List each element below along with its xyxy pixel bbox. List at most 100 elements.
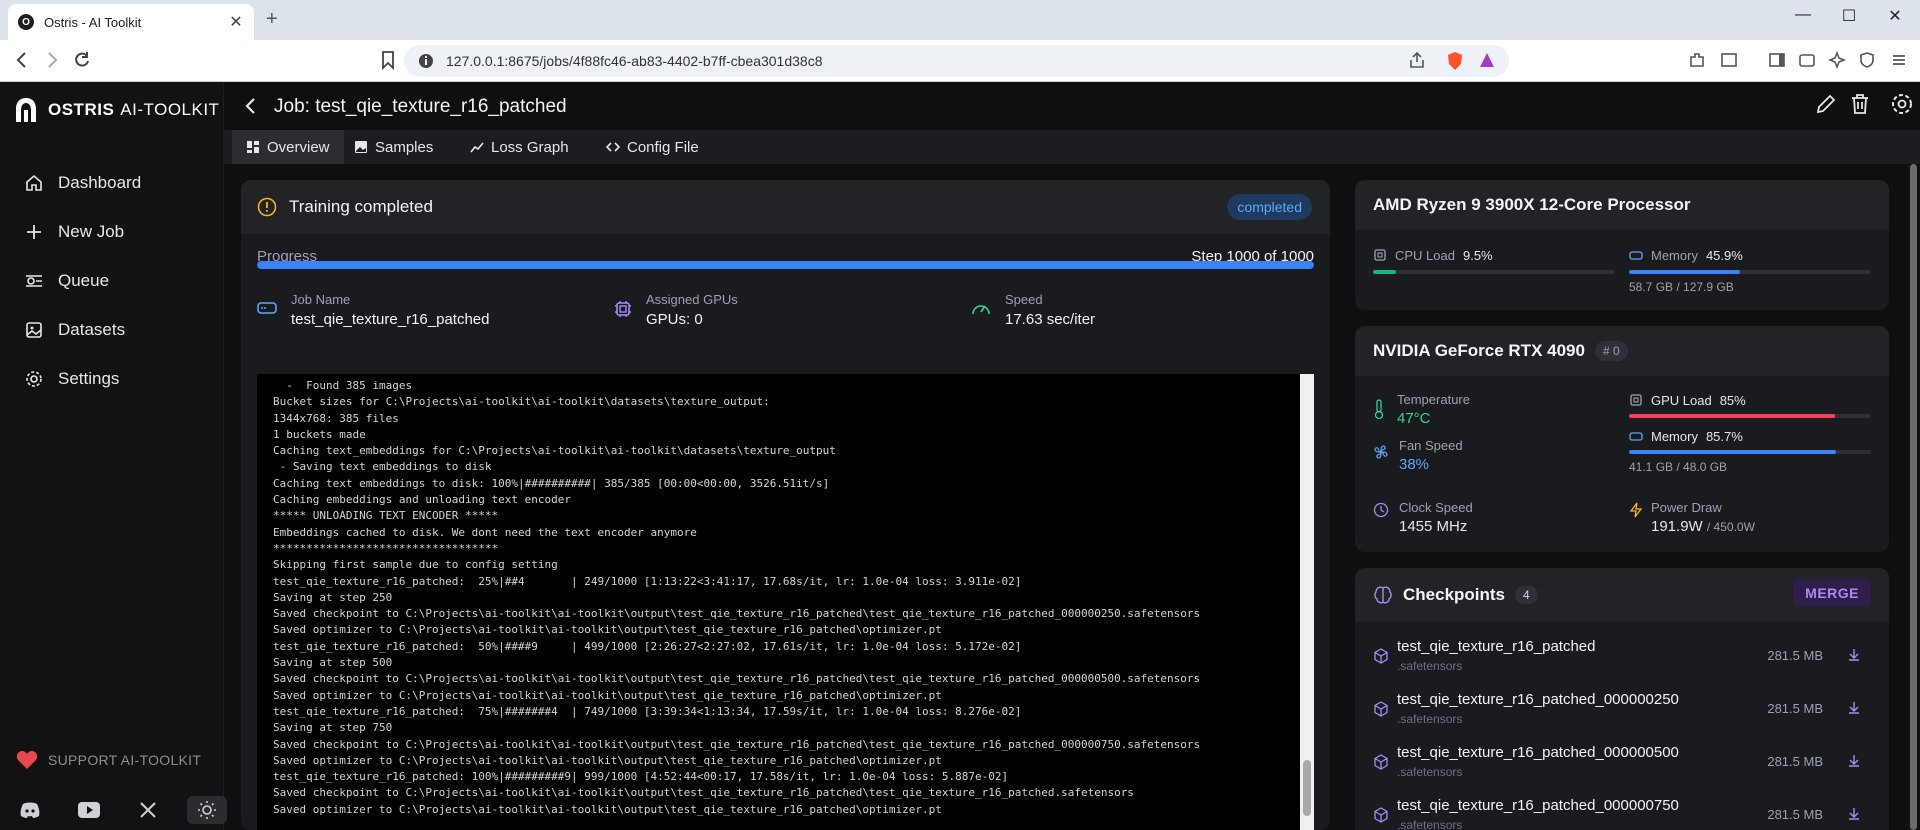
extensions-icon[interactable] <box>1688 51 1706 69</box>
download-icon[interactable] <box>1847 701 1861 715</box>
log-line: Saved checkpoint to C:\Projects\ai-toolk… <box>273 607 1201 621</box>
log-line: Caching text embeddings to disk: 100%|##… <box>273 476 830 490</box>
download-icon[interactable] <box>1847 648 1861 662</box>
metric-value: 47°C <box>1397 410 1431 427</box>
checkpoint-row[interactable]: test_qie_texture_r16_patched_000000500 .… <box>1373 740 1871 790</box>
maximize-window-icon[interactable]: ☐ <box>1826 6 1872 26</box>
minimize-window-icon[interactable]: — <box>1780 6 1826 24</box>
sidebar-item-label: New Job <box>58 221 125 241</box>
log-line: Saved checkpoint to C:\Projects\ai-toolk… <box>273 786 1134 800</box>
close-tab-icon[interactable]: ✕ <box>228 12 244 32</box>
log-scrollbar[interactable] <box>1300 374 1314 830</box>
log-line: Embeddings cached to disk. We dont need … <box>273 525 697 539</box>
browser-tab-title: Ostris - AI Toolkit <box>44 14 142 30</box>
training-log[interactable]: - Found 385 images Bucket sizes for C:\Pr… <box>257 374 1314 830</box>
ostris-logo-icon <box>16 98 36 122</box>
checkpoint-row[interactable]: test_qie_texture_r16_patched .safetensor… <box>1373 634 1871 684</box>
cpu-chip-icon <box>1374 249 1386 261</box>
job-tabs: Overview Samples Loss Graph Config File <box>224 130 1920 164</box>
gpu-memory-bar-fill <box>1629 450 1837 454</box>
x-twitter-icon[interactable] <box>128 796 168 824</box>
back-arrow-icon[interactable] <box>244 96 258 116</box>
checkpoints-card: Checkpoints 4 MERGE test_qie_texture_r16… <box>1355 568 1889 830</box>
cpu-memory-bar-fill <box>1629 270 1741 274</box>
site-info-icon[interactable] <box>418 53 434 69</box>
back-nav-icon[interactable] <box>12 50 32 70</box>
sidebar-item-label: Queue <box>58 270 110 290</box>
edit-pencil-icon[interactable] <box>1814 92 1838 116</box>
brave-shield-icon[interactable] <box>1446 51 1464 71</box>
tab-samples[interactable]: Samples <box>340 130 447 164</box>
tab-config-file[interactable]: Config File <box>592 130 713 164</box>
log-line: Saving at step 500 <box>273 656 393 670</box>
bookmark-icon[interactable] <box>380 50 396 70</box>
checkpoint-size: 281.5 MB <box>1767 648 1823 663</box>
log-scrollbar-thumb[interactable] <box>1303 760 1311 816</box>
page-scrollbar[interactable] <box>1907 164 1920 830</box>
sidebar-item-datasets[interactable]: Datasets <box>0 305 224 354</box>
checkpoint-name: test_qie_texture_r16_patched_000000500 <box>1397 744 1679 761</box>
sidebar-item-dashboard[interactable]: Dashboard <box>0 158 224 207</box>
browser-toolbar: 127.0.0.1:8675/jobs/4f88fc46-ab83-4402-b… <box>0 40 1920 82</box>
log-line: ***** UNLOADING TEXT ENCODER ***** <box>273 509 499 523</box>
log-line: Caching text_embeddings for C:\Projects\… <box>273 444 836 458</box>
merge-button[interactable]: MERGE <box>1793 579 1871 607</box>
speedometer-icon <box>972 305 990 315</box>
discord-icon[interactable] <box>10 796 50 824</box>
browser-tab[interactable]: O Ostris - AI Toolkit ✕ <box>8 4 254 40</box>
stat-label: Assigned GPUs <box>646 292 738 307</box>
gpu-load-bar-fill <box>1629 414 1835 418</box>
checkpoint-size: 281.5 MB <box>1767 701 1823 716</box>
sidebar-item-new-job[interactable]: New Job <box>0 207 224 256</box>
image-icon <box>355 141 367 153</box>
wallet-icon[interactable] <box>1798 51 1816 69</box>
new-tab-icon[interactable]: + <box>266 8 278 31</box>
log-line: Saving at step 750 <box>273 721 393 735</box>
gpu-name: NVIDIA GeForce RTX 4090 <box>1373 341 1585 360</box>
brave-rewards-icon[interactable] <box>1478 51 1496 69</box>
log-line: Skipping first sample due to config sett… <box>273 558 558 572</box>
reload-icon[interactable] <box>72 50 92 70</box>
tab-loss-graph[interactable]: Loss Graph <box>456 130 583 164</box>
theme-toggle-sun-icon[interactable] <box>187 796 227 824</box>
share-icon[interactable] <box>1408 51 1426 69</box>
gpu-memory-detail: 41.1 GB / 48.0 GB <box>1629 460 1728 474</box>
delete-trash-icon[interactable] <box>1848 92 1872 116</box>
address-bar[interactable]: 127.0.0.1:8675/jobs/4f88fc46-ab83-4402-b… <box>404 45 1509 77</box>
close-window-icon[interactable]: ✕ <box>1872 6 1918 26</box>
social-links <box>10 796 246 824</box>
checkpoint-size: 281.5 MB <box>1767 807 1823 822</box>
tab-overview[interactable]: Overview <box>232 130 344 164</box>
gpu-chip-icon <box>1630 394 1642 406</box>
log-line: 1 buckets made <box>273 427 366 441</box>
progress-bar-fill <box>257 261 1314 269</box>
download-icon[interactable] <box>1847 807 1861 821</box>
cube-icon <box>1374 648 1388 664</box>
leo-ai-icon[interactable] <box>1828 51 1846 69</box>
youtube-icon[interactable] <box>69 796 109 824</box>
home-icon <box>26 174 42 191</box>
metric-label: CPU Load <box>1395 248 1455 263</box>
gpu-card: NVIDIA GeForce RTX 4090 # 0 Temperature … <box>1355 326 1889 552</box>
forward-nav-icon[interactable] <box>42 50 62 70</box>
metric-label: GPU Load <box>1651 393 1712 408</box>
checkpoint-row[interactable]: test_qie_texture_r16_patched_000000250 .… <box>1373 687 1871 737</box>
brand-logo-link[interactable]: OSTRIS AI-TOOLKIT <box>14 96 219 124</box>
support-link[interactable]: SUPPORT AI-TOOLKIT <box>16 750 201 770</box>
vpn-icon[interactable] <box>1858 51 1876 69</box>
download-icon[interactable] <box>1847 754 1861 768</box>
sidebar-item-settings[interactable]: Settings <box>0 354 224 403</box>
stat-assigned-gpus: Assigned GPUs GPUs: 0 <box>614 292 738 328</box>
cube-icon <box>1374 754 1388 770</box>
menu-icon[interactable] <box>1890 51 1908 69</box>
sidebar-toggle-icon[interactable] <box>1768 51 1786 69</box>
metric-label: Temperature <box>1397 392 1470 407</box>
checkpoint-row[interactable]: test_qie_texture_r16_patched_000000750 .… <box>1373 793 1871 830</box>
settings-gear-icon[interactable] <box>1890 92 1914 116</box>
gpu-memory-metric: Memory 85.7% <box>1629 429 1743 444</box>
metric-value: 45.9% <box>1705 248 1743 263</box>
page-scrollbar-thumb[interactable] <box>1910 164 1917 830</box>
sidebar-item-queue[interactable]: Queue <box>0 256 224 305</box>
page-title: Job: test_qie_texture_r16_patched <box>274 96 567 117</box>
cast-icon[interactable] <box>1720 51 1738 69</box>
